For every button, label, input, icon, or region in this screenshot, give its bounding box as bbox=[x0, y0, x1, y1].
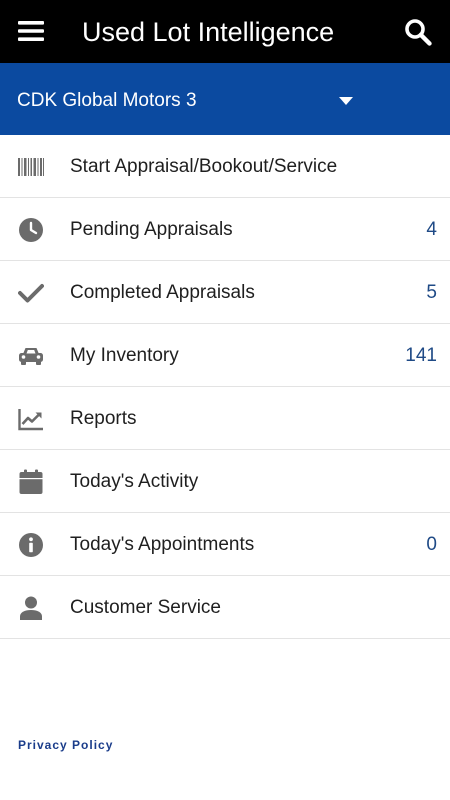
menu-item-todays-activity[interactable]: Today's Activity bbox=[0, 450, 450, 513]
barcode-icon bbox=[18, 158, 44, 176]
search-icon[interactable] bbox=[404, 18, 432, 46]
menu-item-label: My Inventory bbox=[70, 345, 179, 366]
clock-icon bbox=[19, 218, 43, 242]
menu-item-completed-appraisals[interactable]: Completed Appraisals 5 bbox=[0, 261, 450, 324]
menu-item-pending-appraisals[interactable]: Pending Appraisals 4 bbox=[0, 198, 450, 261]
menu-item-label: Pending Appraisals bbox=[70, 219, 233, 240]
menu-item-label: Customer Service bbox=[70, 597, 221, 618]
app-header: Used Lot Intelligence bbox=[0, 0, 450, 63]
car-icon bbox=[19, 348, 43, 365]
page-title: Used Lot Intelligence bbox=[82, 17, 335, 47]
checkmark-icon bbox=[18, 284, 44, 303]
trend-chart-icon bbox=[18, 409, 43, 431]
menu-item-label: Completed Appraisals bbox=[70, 282, 255, 303]
dealer-selector[interactable]: CDK Global Motors 3 bbox=[0, 63, 450, 135]
caret-down-icon bbox=[339, 97, 353, 105]
menu-item-label: Reports bbox=[70, 408, 137, 429]
menu-item-customer-service[interactable]: Customer Service bbox=[0, 576, 450, 639]
main-menu: Start Appraisal/Bookout/Service Pending … bbox=[0, 135, 450, 639]
info-icon bbox=[19, 533, 43, 557]
privacy-policy-link[interactable]: Privacy Policy bbox=[18, 738, 113, 752]
appointments-count-badge: 0 bbox=[426, 534, 437, 555]
dealer-name: CDK Global Motors 3 bbox=[17, 90, 197, 111]
menu-item-todays-appointments[interactable]: Today's Appointments 0 bbox=[0, 513, 450, 576]
menu-item-label: Today's Activity bbox=[70, 471, 199, 492]
menu-item-my-inventory[interactable]: My Inventory 141 bbox=[0, 324, 450, 387]
hamburger-menu-icon[interactable] bbox=[18, 20, 44, 42]
menu-item-start-appraisal[interactable]: Start Appraisal/Bookout/Service bbox=[0, 135, 450, 198]
pending-count-badge: 4 bbox=[426, 219, 437, 240]
inventory-count-badge: 141 bbox=[405, 345, 437, 366]
menu-item-label: Today's Appointments bbox=[70, 534, 255, 555]
completed-count-badge: 5 bbox=[426, 282, 437, 303]
person-icon bbox=[20, 596, 42, 620]
calendar-icon bbox=[19, 469, 43, 494]
menu-item-label: Start Appraisal/Bookout/Service bbox=[70, 156, 338, 177]
menu-item-reports[interactable]: Reports bbox=[0, 387, 450, 450]
